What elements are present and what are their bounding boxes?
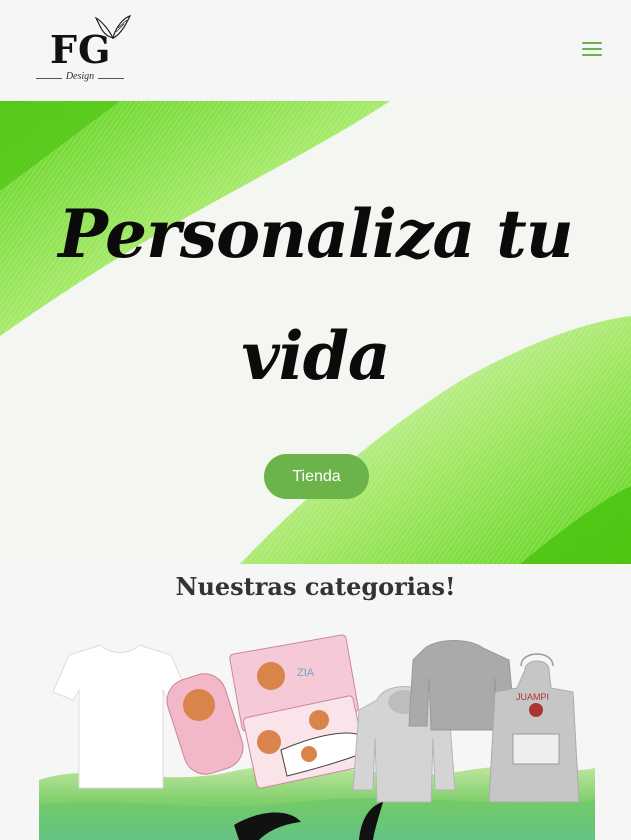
categories-banner-image[interactable]: ZIA JUAMPI — [39, 630, 595, 840]
apron-print-text: JUAMPI — [516, 692, 549, 702]
logo-divider-right — [98, 78, 124, 79]
products-illustration: ZIA JUAMPI — [39, 634, 595, 840]
site-logo[interactable]: FG Design — [36, 14, 132, 88]
logo-subtext: Design — [65, 71, 95, 82]
shirt-print-text: ZIA — [297, 667, 315, 679]
hero-banner: Personaliza tu vida Tienda — [0, 101, 631, 564]
categories-title: Nuestras categorias! — [175, 572, 456, 601]
site-header: FG Design — [0, 0, 631, 101]
shop-button[interactable]: Tienda — [264, 454, 369, 499]
hero-title: Personaliza tu vida — [58, 195, 573, 395]
hamburger-menu-icon[interactable] — [582, 42, 602, 58]
logo-text: FG — [50, 27, 112, 72]
tshirt-product — [52, 644, 188, 789]
